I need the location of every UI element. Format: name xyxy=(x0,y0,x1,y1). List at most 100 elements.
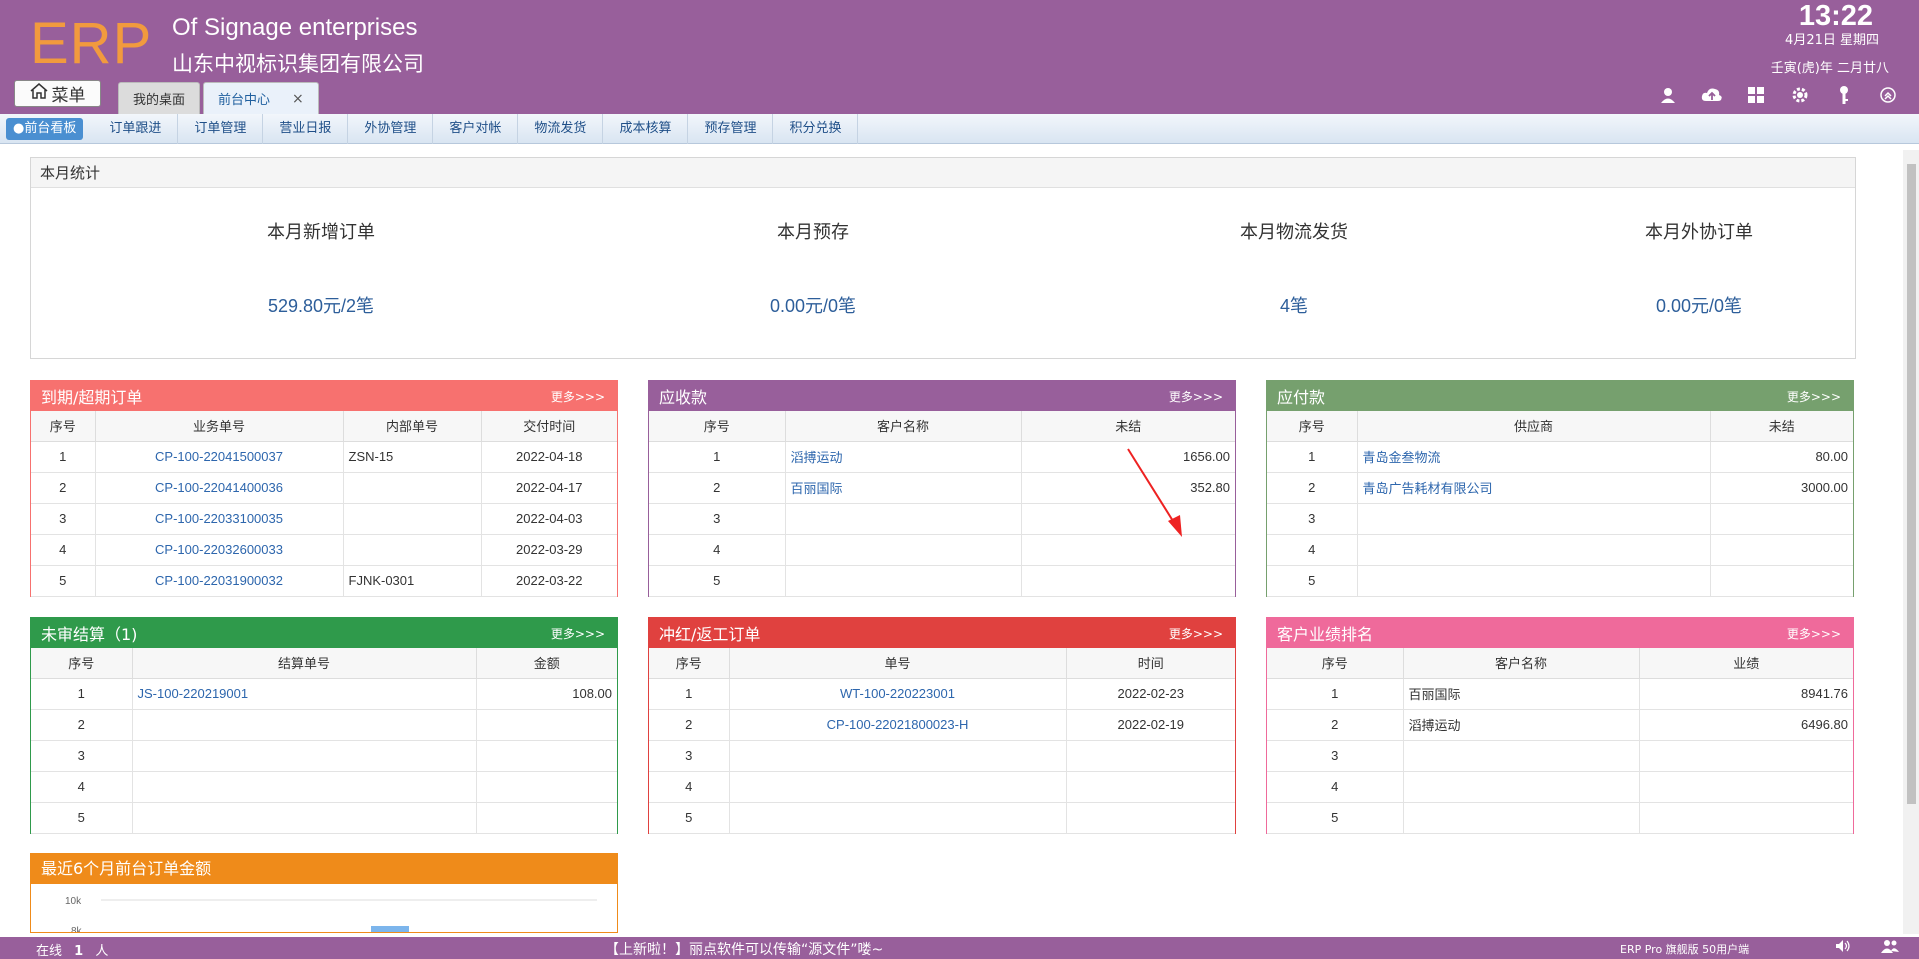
subnav-item-front-board[interactable]: ●前台看板 xyxy=(6,117,84,140)
rework-orders-panel: 冲红/返工订单 更多>>> 序号 单号 时间 1 WT-100-22022300… xyxy=(648,617,1236,834)
users-icon[interactable] xyxy=(1881,939,1899,957)
sub-navigation: ●前台看板 订单跟进 订单管理 营业日报 外协管理 客户对帐 物流发货 成本核算… xyxy=(0,113,1919,144)
table-row: 2 滔搏运动 6496.80 xyxy=(1267,708,1853,741)
column-header: 时间 xyxy=(1065,648,1235,679)
row-index: 1 xyxy=(31,677,133,710)
subnav-item-cost-accounting[interactable]: 成本核算 xyxy=(603,113,689,144)
column-header: 客户名称 xyxy=(784,411,1022,442)
table-row: 5 xyxy=(1267,564,1853,597)
announcement-marquee[interactable]: 【上新啦！】丽点软件可以传输“源文件”喽~ xyxy=(605,939,883,959)
column-header: 序号 xyxy=(649,411,786,442)
internal-number xyxy=(342,471,482,504)
gear-icon[interactable] xyxy=(1789,84,1811,106)
panel-title: 客户业绩排名 xyxy=(1277,625,1374,644)
tab-close-icon[interactable]: × xyxy=(292,91,304,107)
table-row: 4 xyxy=(1267,533,1853,566)
table-row: 1 百丽国际 8941.76 xyxy=(1267,677,1853,710)
stat-label: 本月新增订单 xyxy=(267,222,375,243)
subnav-item-order-management[interactable]: 订单管理 xyxy=(178,113,264,144)
more-link[interactable]: 更多>>> xyxy=(551,625,605,642)
stat-value[interactable]: 0.00元/0笔 xyxy=(1569,292,1829,318)
customer-name-link[interactable]: 百丽国际 xyxy=(784,471,1022,504)
stat-value[interactable]: 529.80元/2笔 xyxy=(191,292,451,318)
order-time xyxy=(1065,801,1235,834)
volume-icon[interactable] xyxy=(1835,939,1851,957)
order-number-link[interactable]: CP-100-22021800023-H xyxy=(728,708,1067,741)
row-index: 3 xyxy=(649,502,786,535)
column-header: 序号 xyxy=(31,648,133,679)
monthly-stats-panel: 本月统计 本月新增订单 529.80元/2笔 本月预存 0.00元/0笔 本月物… xyxy=(30,157,1856,359)
subnav-item-prestore[interactable]: 预存管理 xyxy=(688,113,774,144)
unaudited-settlement-table: 序号 结算单号 金额 1 JS-100-220219001 108.00 2 3… xyxy=(31,648,617,834)
clock: 13:22 4月21日 星期四 壬寅(虎)年 二月廿八 xyxy=(1771,0,1889,78)
panel-header: 客户业绩排名 更多>>> xyxy=(1267,618,1853,648)
row-index: 1 xyxy=(1267,440,1358,473)
customer-ranking-panel: 客户业绩排名 更多>>> 序号 客户名称 业绩 1 百丽国际 8941.76 2… xyxy=(1266,617,1854,834)
user-icon[interactable] xyxy=(1657,84,1679,106)
column-header: 序号 xyxy=(1267,411,1358,442)
order-number xyxy=(728,770,1067,803)
customer-ranking-table: 序号 客户名称 业绩 1 百丽国际 8941.76 2 滔搏运动 6496.80… xyxy=(1267,648,1853,834)
panel-header: 未审结算（1) 更多>>> xyxy=(31,618,617,648)
stat-new-orders: 本月新增订单 529.80元/2笔 xyxy=(191,218,451,318)
online-users: 在线 1 人 xyxy=(36,940,108,959)
tab-my-desktop[interactable]: 我的桌面 xyxy=(118,82,201,114)
row-index: 5 xyxy=(31,564,96,597)
vertical-scrollbar[interactable] xyxy=(1903,150,1919,934)
collapse-icon[interactable] xyxy=(1877,84,1899,106)
outstanding-amount: 3000.00 xyxy=(1709,471,1853,504)
more-link[interactable]: 更多>>> xyxy=(551,388,605,405)
panel-header: 冲红/返工订单 更多>>> xyxy=(649,618,1235,648)
supplier-name-link[interactable]: 青岛金叁物流 xyxy=(1356,440,1711,473)
row-index: 4 xyxy=(31,770,133,803)
row-index: 3 xyxy=(1267,739,1404,772)
stat-value[interactable]: 4笔 xyxy=(1164,292,1424,318)
more-link[interactable]: 更多>>> xyxy=(1787,388,1841,405)
subnav-item-points-exchange[interactable]: 积分兑换 xyxy=(773,113,859,144)
settlement-amount xyxy=(475,770,617,803)
subnav-item-order-tracking[interactable]: 订单跟进 xyxy=(93,113,179,144)
outstanding-amount xyxy=(1709,564,1853,597)
more-link[interactable]: 更多>>> xyxy=(1169,388,1223,405)
customer-name-link[interactable]: 滔搏运动 xyxy=(784,440,1022,473)
subnav-item-daily-report[interactable]: 营业日报 xyxy=(263,113,349,144)
more-link[interactable]: 更多>>> xyxy=(1787,625,1841,642)
tab-label: 我的桌面 xyxy=(133,93,186,108)
more-link[interactable]: 更多>>> xyxy=(1169,625,1223,642)
order-number-link[interactable]: CP-100-22032600033 xyxy=(94,533,344,566)
table-row: 2 CP-100-22041400036 2022-04-17 xyxy=(31,471,617,504)
panel-header: 应付款 更多>>> xyxy=(1267,381,1853,411)
key-icon[interactable] xyxy=(1833,84,1855,106)
panel-header: 到期/超期订单 更多>>> xyxy=(31,381,617,411)
column-header: 客户名称 xyxy=(1402,648,1640,679)
stat-value[interactable]: 0.00元/0笔 xyxy=(683,292,943,318)
supplier-name-link[interactable]: 青岛广告耗材有限公司 xyxy=(1356,471,1711,504)
cloud-upload-icon[interactable] xyxy=(1701,84,1723,106)
subnav-item-logistics[interactable]: 物流发货 xyxy=(518,113,604,144)
order-number-link[interactable]: CP-100-22031900032 xyxy=(94,564,344,597)
menu-button[interactable]: 菜单 xyxy=(14,80,101,107)
order-amount-chart-panel: 最近6个月前台订单金额 10k 8k xyxy=(30,853,618,936)
settlement-number-link[interactable]: JS-100-220219001 xyxy=(131,677,477,710)
column-header: 未结 xyxy=(1709,411,1853,442)
order-number xyxy=(728,739,1067,772)
column-header: 金额 xyxy=(475,648,617,679)
column-header: 业绩 xyxy=(1638,648,1853,679)
table-row: 1 CP-100-22041500037 ZSN-15 2022-04-18 xyxy=(31,440,617,473)
table-row: 5 xyxy=(649,801,1235,834)
settlement-number xyxy=(131,770,477,803)
tab-front-center[interactable]: 前台中心 × xyxy=(203,82,319,114)
order-number-link[interactable]: WT-100-220223001 xyxy=(728,677,1067,710)
order-number-link[interactable]: CP-100-22041500037 xyxy=(94,440,344,473)
table-row: 3 CP-100-22033100035 2022-04-03 xyxy=(31,502,617,535)
subnav-item-customer-reconciliation[interactable]: 客户对帐 xyxy=(433,113,519,144)
delivery-date: 2022-04-03 xyxy=(480,502,617,535)
panel-header: 应收款 更多>>> xyxy=(649,381,1235,411)
subnav-item-outsourcing[interactable]: 外协管理 xyxy=(348,113,434,144)
row-index: 1 xyxy=(649,440,786,473)
order-number-link[interactable]: CP-100-22033100035 xyxy=(94,502,344,535)
order-number-link[interactable]: CP-100-22041400036 xyxy=(94,471,344,504)
grid-icon[interactable] xyxy=(1745,84,1767,106)
scrollbar-thumb[interactable] xyxy=(1907,164,1916,804)
row-index: 5 xyxy=(649,801,730,834)
